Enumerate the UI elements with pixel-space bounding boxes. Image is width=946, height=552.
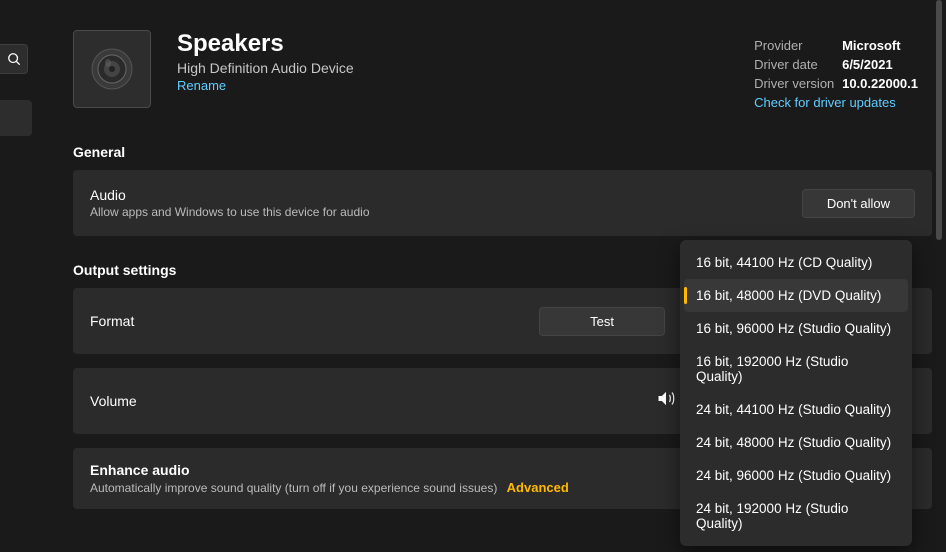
format-option[interactable]: 16 bit, 192000 Hz (Studio Quality)	[680, 345, 912, 393]
speaker-device-icon	[73, 30, 151, 108]
search-icon	[7, 52, 21, 66]
driver-version-label: Driver version	[754, 76, 842, 91]
test-button[interactable]: Test	[539, 307, 665, 336]
rename-link[interactable]: Rename	[177, 78, 354, 93]
format-card-title: Format	[90, 313, 539, 329]
driver-date-value: 6/5/2021	[842, 57, 893, 72]
audio-allow-card: Audio Allow apps and Windows to use this…	[73, 170, 932, 236]
driver-version-value: 10.0.22000.1	[842, 76, 918, 91]
dont-allow-button[interactable]: Don't allow	[802, 189, 915, 218]
audio-card-title: Audio	[90, 187, 802, 203]
format-option[interactable]: 16 bit, 96000 Hz (Studio Quality)	[680, 312, 912, 345]
search-button[interactable]	[0, 44, 28, 74]
scrollbar-track[interactable]	[934, 0, 944, 552]
check-updates-link[interactable]: Check for driver updates	[754, 95, 918, 110]
device-title: Speakers	[177, 30, 354, 58]
volume-speaker-icon[interactable]	[656, 389, 676, 414]
format-option[interactable]: 24 bit, 192000 Hz (Studio Quality)	[680, 492, 912, 540]
format-option[interactable]: 24 bit, 48000 Hz (Studio Quality)	[680, 426, 912, 459]
format-option[interactable]: 24 bit, 44100 Hz (Studio Quality)	[680, 393, 912, 426]
audio-card-desc: Allow apps and Windows to use this devic…	[90, 205, 802, 219]
format-dropdown-flyout: 16 bit, 44100 Hz (CD Quality)16 bit, 480…	[680, 240, 912, 546]
driver-info-panel: Provider Microsoft Driver date 6/5/2021 …	[754, 38, 918, 110]
scrollbar-thumb[interactable]	[936, 0, 942, 240]
driver-date-label: Driver date	[754, 57, 842, 72]
device-header: Speakers High Definition Audio Device Re…	[73, 0, 932, 138]
advanced-link[interactable]: Advanced	[507, 480, 569, 495]
nav-item-selected[interactable]	[0, 100, 32, 136]
provider-label: Provider	[754, 38, 842, 53]
general-heading: General	[73, 144, 932, 160]
device-subtitle: High Definition Audio Device	[177, 60, 354, 76]
format-option[interactable]: 24 bit, 96000 Hz (Studio Quality)	[680, 459, 912, 492]
format-option[interactable]: 16 bit, 44100 Hz (CD Quality)	[680, 246, 912, 279]
format-option[interactable]: 16 bit, 48000 Hz (DVD Quality)	[684, 279, 908, 312]
provider-value: Microsoft	[842, 38, 901, 53]
